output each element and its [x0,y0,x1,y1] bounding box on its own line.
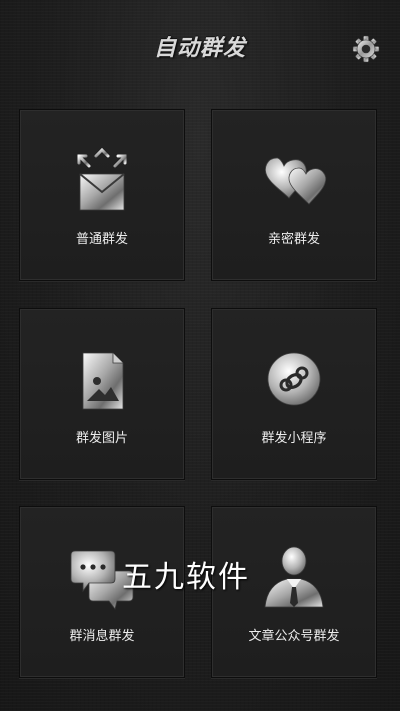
tile-label: 群消息群发 [69,629,135,644]
tile-close-friend-broadcast[interactable]: 亲密群发 [211,109,377,281]
tile-label: 亲密群发 [267,232,320,247]
tile-group-message-broadcast[interactable]: 群消息群发 [19,506,185,678]
hearts-icon [265,157,327,205]
envelope-send-icon [77,147,127,211]
tile-image-broadcast[interactable]: 群发图片 [19,308,185,480]
image-file-icon [82,352,124,410]
tile-label: 普通群发 [75,232,128,247]
official-account-user-icon [264,546,324,608]
tile-normal-broadcast[interactable]: 普通群发 [19,109,185,281]
tile-label: 群发小程序 [261,431,327,446]
tile-label: 群发图片 [75,431,128,446]
mini-program-icon [267,352,321,406]
gear-icon[interactable] [352,35,380,63]
tile-label: 文章公众号群发 [248,629,340,644]
page-title: 自动群发 [153,36,246,61]
header-bar: 自动群发 [0,0,400,100]
tile-mini-program-broadcast[interactable]: 群发小程序 [211,308,377,480]
tile-article-official-account-broadcast[interactable]: 文章公众号群发 [211,506,377,678]
chat-bubbles-icon [70,550,134,610]
